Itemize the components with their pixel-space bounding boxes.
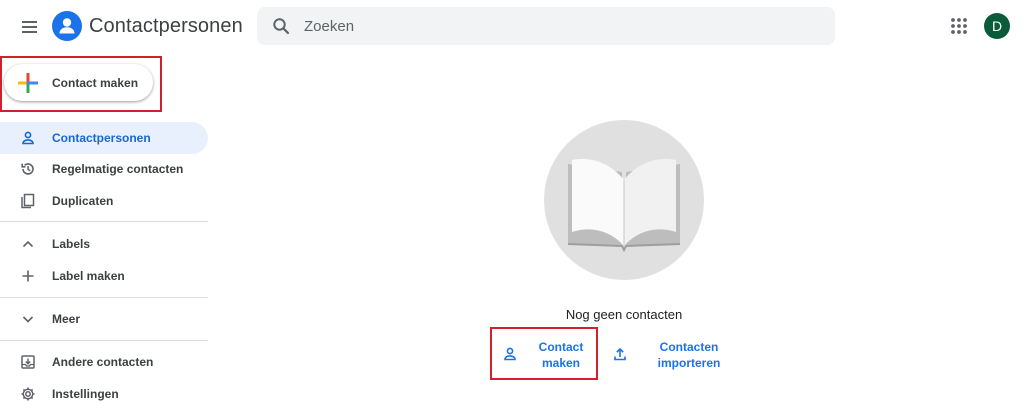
create-contact-action[interactable]: Contact maken — [494, 334, 594, 374]
chevron-down-icon — [22, 316, 34, 323]
sidebar-item-more[interactable]: Meer — [0, 303, 208, 335]
contacts-logo-icon — [52, 11, 82, 41]
empty-state-title: Nog geen contacten — [565, 307, 683, 322]
apps-grid-icon[interactable] — [948, 15, 970, 37]
app-header: Contactpersonen Zoeken D — [0, 0, 1024, 56]
empty-state-illustration — [544, 120, 704, 280]
upload-icon — [614, 347, 626, 361]
sidebar-divider — [0, 297, 208, 298]
sidebar-item-contacts[interactable]: Contactpersonen — [0, 122, 208, 154]
gear-icon — [21, 387, 35, 401]
import-contacts-action[interactable]: Contacten importeren — [610, 334, 730, 374]
import-contacts-action-label-line2: importeren — [657, 356, 721, 370]
copy-icon — [21, 193, 35, 209]
create-contact-button[interactable]: Contact maken — [4, 64, 153, 101]
person-icon — [22, 131, 34, 145]
sidebar-item-label: Label maken — [52, 269, 125, 283]
sidebar-item-frequent[interactable]: Regelmatige contacten — [0, 153, 208, 185]
sidebar-item-settings[interactable]: Instellingen — [0, 378, 208, 402]
sidebar-item-label: Regelmatige contacten — [52, 162, 184, 176]
sidebar-item-label: Labels — [52, 237, 91, 251]
sidebar-item-duplicates[interactable]: Duplicaten — [0, 185, 208, 217]
sidebar-item-label: Contactpersonen — [52, 131, 151, 145]
sidebar-item-other-contacts[interactable]: Andere contacten — [0, 346, 208, 378]
plus-icon — [18, 73, 38, 93]
search-icon[interactable] — [272, 17, 290, 35]
import-contacts-action-label-line1: Contacten — [659, 340, 719, 354]
sidebar-divider — [0, 221, 208, 222]
inbox-download-icon — [21, 355, 35, 369]
create-contact-action-label-line1: Contact — [538, 340, 584, 354]
avatar[interactable]: D — [984, 13, 1010, 39]
chevron-up-icon — [22, 240, 34, 248]
sidebar-item-label: Instellingen — [52, 387, 119, 401]
sidebar-divider — [0, 340, 208, 341]
sidebar-item-label: Meer — [52, 312, 81, 326]
create-contact-label: Contact maken — [52, 76, 139, 90]
sidebar-item-label: Duplicaten — [52, 194, 114, 208]
create-contact-action-label-line2: maken — [541, 356, 581, 370]
app-title: Contactpersonen — [89, 15, 243, 37]
sidebar-item-create-label[interactable]: Label maken — [0, 260, 208, 292]
search-placeholder: Zoeken — [304, 18, 355, 35]
plus-icon — [22, 270, 34, 282]
search-input[interactable]: Zoeken — [257, 7, 835, 45]
open-book-icon — [567, 158, 681, 253]
history-icon — [21, 163, 34, 175]
sidebar-item-labels[interactable]: Labels — [0, 228, 208, 260]
main-menu-icon[interactable] — [15, 13, 43, 41]
sidebar-item-label: Andere contacten — [52, 355, 154, 369]
